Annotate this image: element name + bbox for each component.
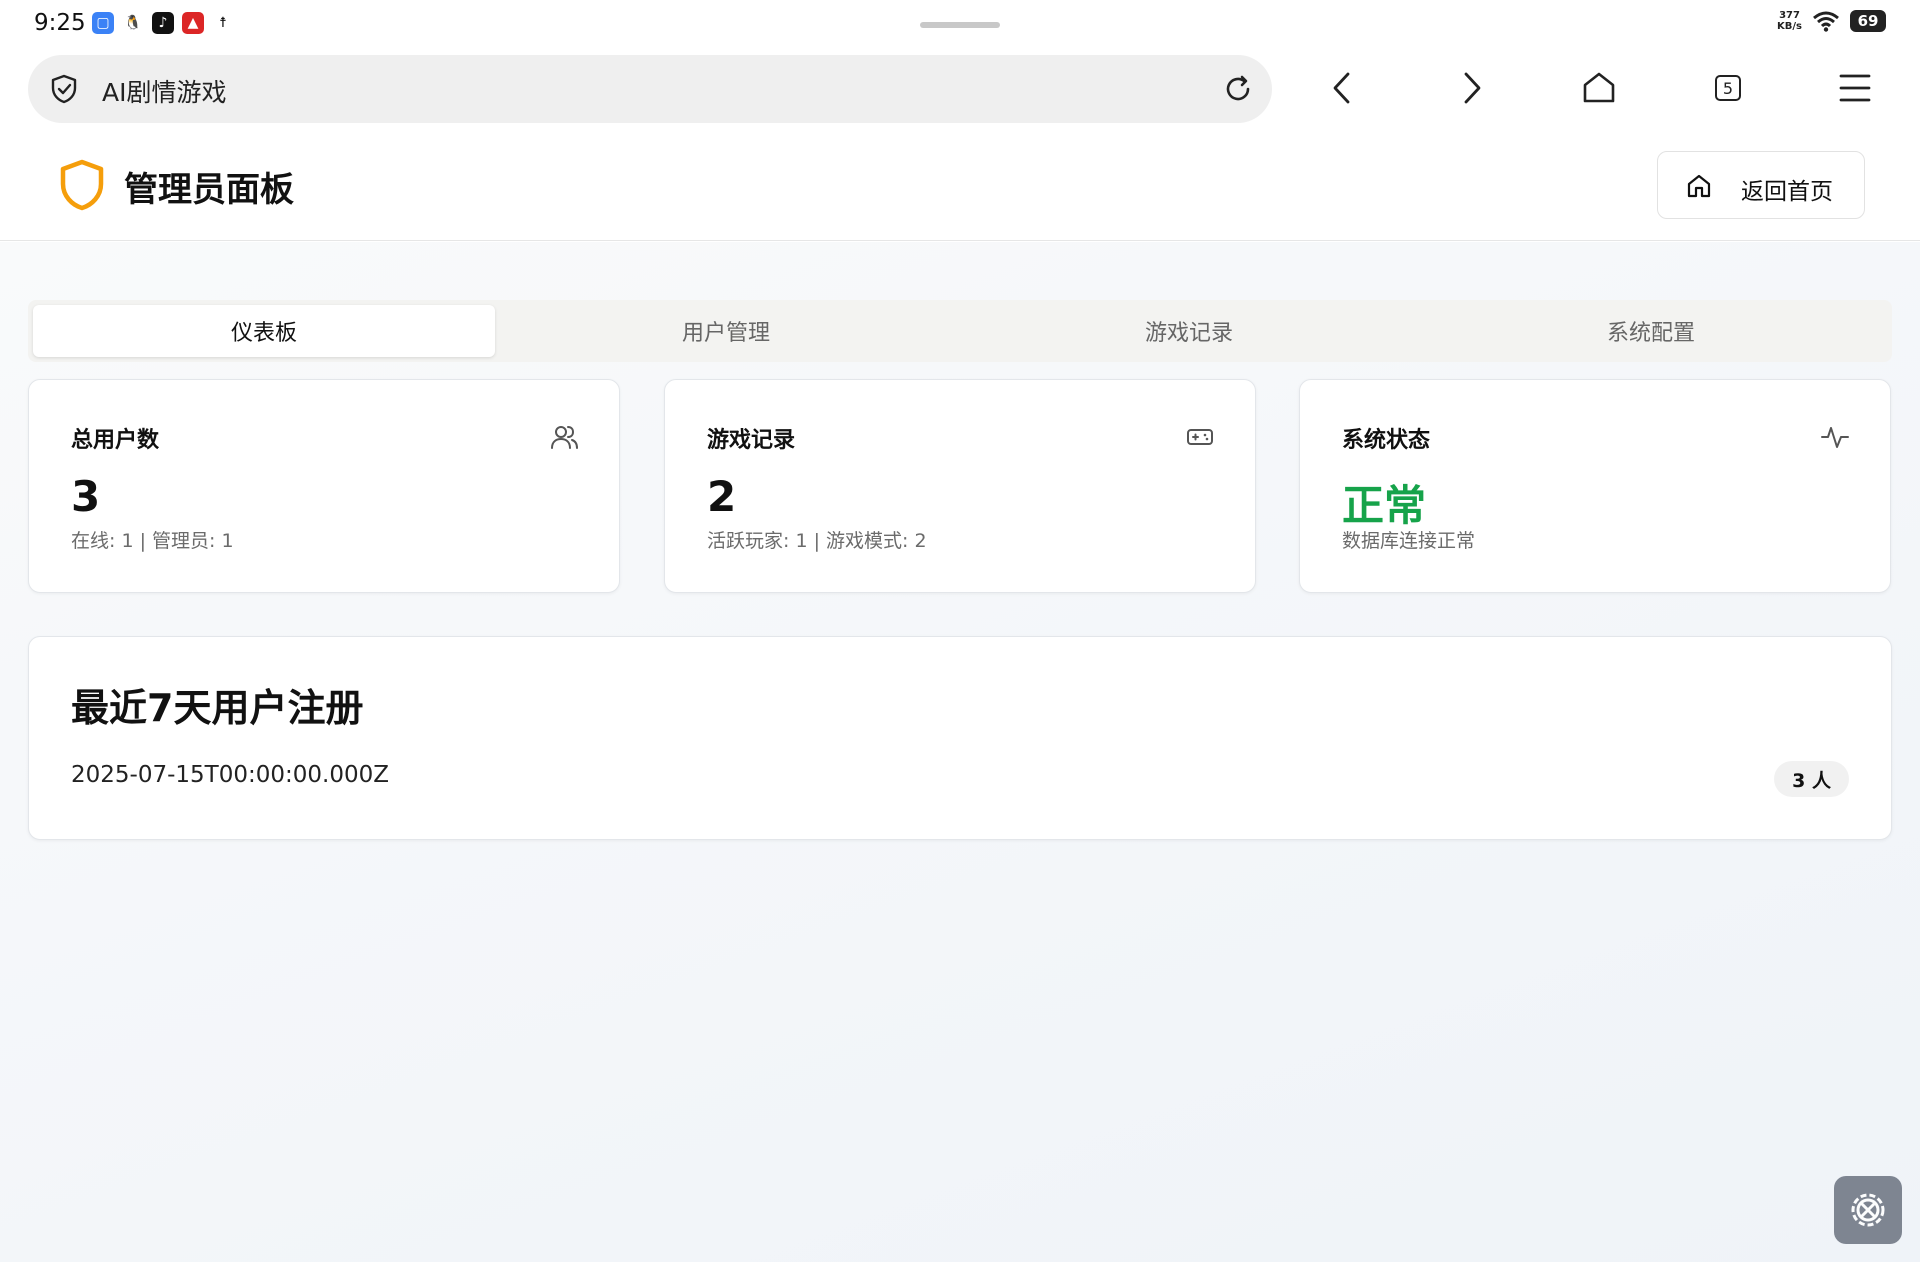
tab-dashboard[interactable]: 仪表板 bbox=[33, 305, 495, 357]
total-users-card: 总用户数 3 在线: 1 | 管理员: 1 bbox=[28, 379, 620, 593]
recent-registrations-card: 最近7天用户注册 2025-07-15T00:00:00.000Z 3 人 bbox=[28, 636, 1892, 840]
browser-toolbar: AI剧情游戏 5 bbox=[0, 48, 1920, 132]
tab-system-config[interactable]: 系统配置 bbox=[1420, 305, 1882, 357]
game-records-value: 2 bbox=[707, 472, 737, 521]
total-users-value: 3 bbox=[71, 472, 101, 521]
back-to-home-label: 返回首页 bbox=[1741, 179, 1833, 205]
total-users-title: 总用户数 bbox=[71, 428, 160, 453]
qq-icon: 🐧 bbox=[122, 12, 144, 34]
address-bar[interactable]: AI剧情游戏 bbox=[28, 55, 1272, 123]
tabs-count[interactable]: 5 bbox=[1715, 75, 1741, 101]
network-speed-unit: KB/s bbox=[1777, 21, 1802, 32]
registration-date: 2025-07-15T00:00:00.000Z bbox=[71, 762, 389, 788]
security-shield-icon[interactable] bbox=[48, 73, 80, 105]
tab-game-records[interactable]: 游戏记录 bbox=[958, 305, 1420, 357]
network-speed-value: 377 bbox=[1779, 10, 1800, 21]
tiktok-icon: ♪ bbox=[152, 12, 174, 34]
tab-user-management[interactable]: 用户管理 bbox=[495, 305, 957, 357]
url-text[interactable]: AI剧情游戏 bbox=[102, 73, 226, 109]
system-status-value: 正常 bbox=[1342, 481, 1427, 530]
game-records-detail: 活跃玩家: 1 | 游戏模式: 2 bbox=[707, 530, 927, 552]
battery-indicator: 69 bbox=[1850, 10, 1886, 32]
wifi-icon bbox=[1813, 11, 1839, 32]
home-icon[interactable] bbox=[1579, 68, 1619, 108]
messages-icon: ▢ bbox=[92, 12, 114, 34]
tabs-button[interactable]: 5 bbox=[1707, 68, 1747, 108]
app-header: 管理员面板 返回首页 bbox=[0, 132, 1920, 241]
page-title: 管理员面板 bbox=[124, 170, 294, 210]
system-status-card: 系统状态 正常 数据库连接正常 bbox=[1299, 379, 1891, 593]
menu-icon[interactable] bbox=[1835, 68, 1875, 108]
system-status-title: 系统状态 bbox=[1342, 428, 1431, 453]
users-icon bbox=[551, 426, 578, 449]
status-time: 9:25 bbox=[34, 10, 86, 36]
floating-settings-button[interactable] bbox=[1834, 1176, 1902, 1244]
network-speed: 377 KB/s bbox=[1777, 10, 1802, 32]
game-records-card: 游戏记录 2 活跃玩家: 1 | 游戏模式: 2 bbox=[664, 379, 1256, 593]
house-icon bbox=[1687, 174, 1711, 198]
back-to-home-button[interactable]: 返回首页 bbox=[1657, 151, 1865, 219]
total-users-detail: 在线: 1 | 管理员: 1 bbox=[71, 530, 234, 552]
recent-registrations-title: 最近7天用户注册 bbox=[71, 686, 364, 730]
registration-count-badge: 3 人 bbox=[1774, 761, 1849, 797]
accessibility-icon: ☨ bbox=[212, 12, 234, 34]
activity-icon bbox=[1821, 427, 1849, 448]
settings-gear-icon bbox=[1851, 1193, 1885, 1227]
tab-bar: 仪表板 用户管理 游戏记录 系统配置 bbox=[28, 300, 1892, 362]
gamepad-icon bbox=[1187, 429, 1213, 445]
status-bar: 9:25 ▢ 🐧 ♪ ▲ ☨ 377 KB/s 69 bbox=[0, 0, 1920, 48]
drag-handle[interactable] bbox=[920, 22, 1000, 28]
reload-icon[interactable] bbox=[1220, 71, 1256, 107]
app-icon: ▲ bbox=[182, 12, 204, 34]
system-status-detail: 数据库连接正常 bbox=[1342, 530, 1476, 552]
game-records-title: 游戏记录 bbox=[707, 428, 796, 453]
back-icon[interactable] bbox=[1323, 68, 1363, 108]
main-content: 仪表板 用户管理 游戏记录 系统配置 总用户数 3 在线: 1 | 管理员: 1… bbox=[0, 242, 1920, 1262]
forward-icon[interactable] bbox=[1451, 68, 1491, 108]
shield-logo-icon bbox=[60, 159, 104, 211]
notification-icons: ▢ 🐧 ♪ ▲ ☨ bbox=[92, 12, 234, 34]
